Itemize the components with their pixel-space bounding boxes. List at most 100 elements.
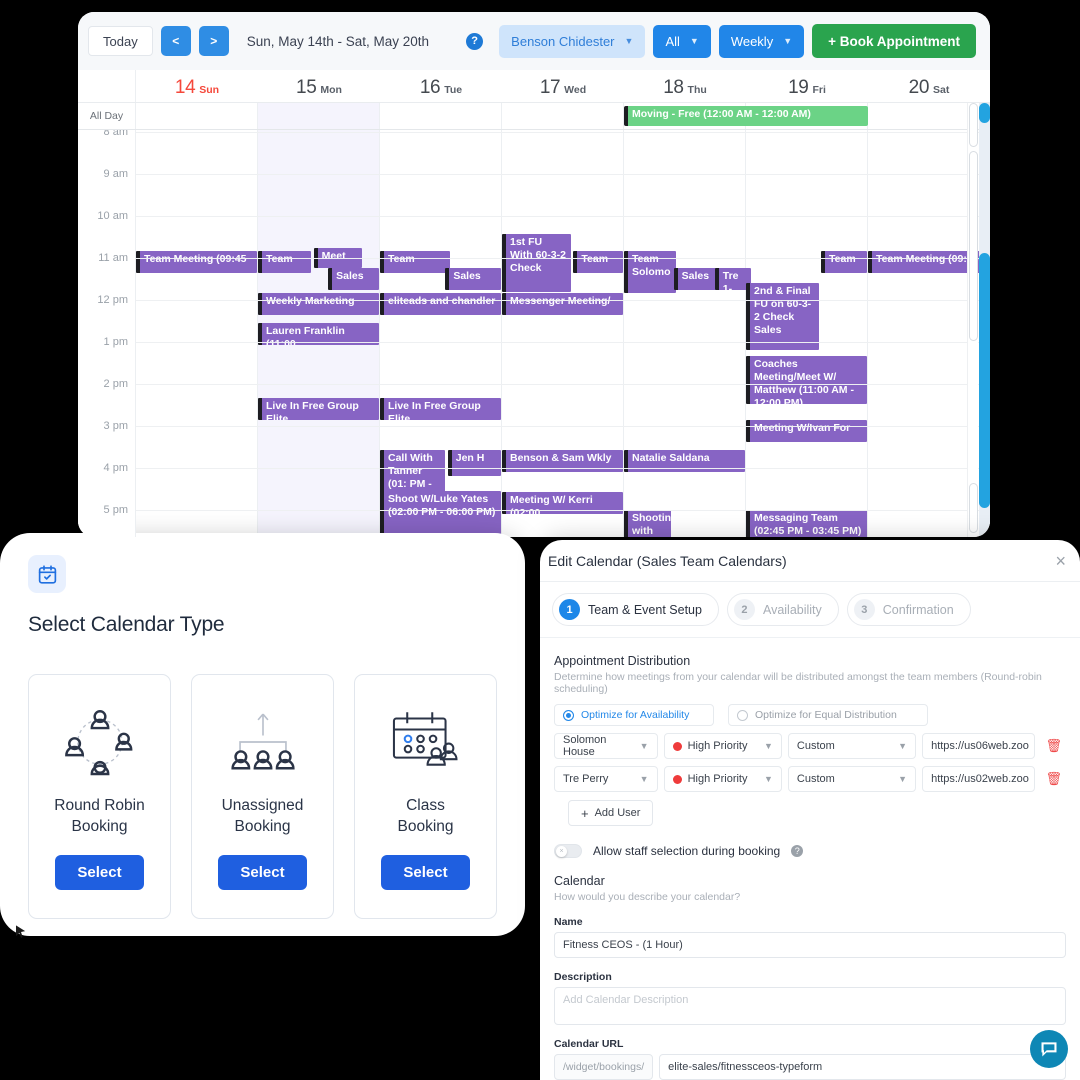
day-column-mon[interactable]: Team Meet Sales Weekly Marketing Lauren Fran… — [258, 130, 380, 537]
next-week-button[interactable]: > — [198, 26, 229, 56]
calendar-grid[interactable]: Team Meeting (09:45 Team Meet Sales Weekly M… — [78, 130, 990, 537]
calendar-scrollbar-thumb-2[interactable] — [969, 151, 978, 341]
calendar-event[interactable]: Sales — [328, 268, 379, 290]
calendar-event[interactable]: Shoot W/Luke Yates (02:00 PM - 06:00 PM) — [380, 491, 501, 537]
all-day-cell[interactable] — [136, 103, 258, 129]
help-icon[interactable]: ? — [466, 32, 484, 50]
type-filter-dropdown[interactable]: All ▼ — [653, 24, 711, 58]
calendar-event[interactable]: Shootin with Thanas PM - 05:00 PM) — [624, 510, 672, 537]
calendar-type-card-class[interactable]: Class Booking Select — [354, 674, 497, 919]
chevron-down-icon: ▼ — [763, 741, 773, 751]
calendar-event[interactable]: Live In Free Group Elite — [380, 398, 501, 420]
calendar-event[interactable]: Live In Free Group Elite — [258, 398, 379, 420]
trash-icon[interactable]: 🗑 — [1041, 771, 1066, 787]
calendar-event[interactable]: Messaging Team (02:45 PM - 03:45 PM) — [746, 510, 867, 537]
calendar-scrollbar-thumb[interactable] — [969, 103, 978, 147]
trash-icon[interactable]: 🗑 — [1041, 738, 1066, 754]
calendar-type-card-round-robin[interactable]: Round Robin Booking Select — [28, 674, 171, 919]
day-header-tue[interactable]: 16 Tue — [380, 70, 502, 102]
calendar-event[interactable]: Sales — [445, 268, 501, 290]
user-name-select[interactable]: Solomon House ▼ — [554, 733, 658, 759]
day-header-sat[interactable]: 20 Sat — [868, 70, 990, 102]
day-header-wed[interactable]: 17 Wed — [502, 70, 624, 102]
page-scrollbar-thumb[interactable] — [979, 253, 990, 508]
hour-gridline — [136, 468, 990, 469]
select-button-round-robin[interactable]: Select — [55, 855, 144, 890]
user-location-select[interactable]: Custom ▼ — [787, 733, 917, 759]
view-filter-dropdown[interactable]: Weekly ▼ — [718, 24, 805, 58]
calendar-scrollbar-thumb-3[interactable] — [969, 483, 978, 533]
all-day-cell[interactable] — [380, 103, 502, 129]
calendar-type-card-unassigned[interactable]: Unassigned Booking Select — [191, 674, 334, 919]
time-label: 11 am — [98, 252, 128, 264]
wizard-step-3[interactable]: 3 Confirmation — [846, 593, 971, 626]
day-header-thu[interactable]: 18 Thu — [624, 70, 746, 102]
select-button-class[interactable]: Select — [381, 855, 470, 890]
calendar-event[interactable]: Jen H — [447, 450, 501, 476]
calendar-name-input[interactable]: Fitness CEOS - (1 Hour) — [554, 932, 1066, 958]
all-day-cells[interactable]: Moving - Free (12:00 AM - 12:00 AM) — [136, 103, 990, 129]
calendar-description-input[interactable]: Add Calendar Description — [554, 987, 1066, 1025]
chevron-down-icon: ▼ — [783, 36, 793, 46]
calendar-event[interactable]: Team — [258, 251, 312, 273]
user-priority-select[interactable]: High Priority ▼ — [663, 766, 782, 792]
day-header-fri[interactable]: 19 Fri — [746, 70, 868, 102]
calendar-url-input[interactable]: elite-sales/fitnessceos-typeform — [659, 1054, 1066, 1080]
calendar-event[interactable]: Weekly Marketing — [258, 293, 379, 315]
all-day-event[interactable]: Moving - Free (12:00 AM - 12:00 AM) — [624, 106, 868, 126]
wizard-step-1[interactable]: 1 Team & Event Setup — [552, 593, 719, 626]
today-button[interactable]: Today — [88, 26, 153, 56]
calendar-day-header: 14 Sun 15 Mon 16 Tue 17 Wed 18 Thu 19 Fri 20 Sat — [78, 70, 990, 103]
wizard-step-2[interactable]: 2 Availability — [726, 593, 839, 626]
time-gutter: 8 am 9 am 10 am 11 am 12 pm 1 pm 2 pm 3 pm 4 pm 5… — [78, 130, 136, 537]
calendar-event[interactable]: eliteads and chandler — [380, 293, 501, 315]
calendar-event[interactable]: 2nd & Final FU on 60-3-2 Check Sales — [746, 283, 819, 350]
calendar-event[interactable]: Team Meeting (09:45 — [136, 251, 257, 273]
calendar-event[interactable]: Team — [380, 251, 451, 273]
mouse-cursor-icon — [16, 925, 26, 938]
staff-selection-toggle[interactable]: × — [554, 844, 582, 858]
book-appointment-button[interactable]: + Book Appointment — [812, 24, 976, 58]
user-meeting-url-input[interactable]: https://us06web.zoo — [922, 733, 1036, 759]
calendar-scrollbar-track[interactable] — [967, 103, 978, 537]
calendar-event[interactable]: Meeting W/Ivan For — [746, 420, 867, 442]
day-column-wed[interactable]: 1st FU With 60-3-2 Check Team Messenger Me… — [502, 130, 624, 537]
edit-calendar-panel: Edit Calendar (Sales Team Calendars) × 1… — [540, 540, 1080, 1080]
day-header-sun[interactable]: 14 Sun — [136, 70, 258, 102]
previous-week-button[interactable]: < — [160, 26, 191, 56]
calendar-event[interactable]: Messenger Meeting/ — [502, 293, 623, 315]
day-header-mon[interactable]: 15 Mon — [258, 70, 380, 102]
calendar-event[interactable]: 1st FU With 60-3-2 Check — [502, 234, 571, 292]
chat-widget-button[interactable] — [1030, 1030, 1068, 1068]
user-location-select[interactable]: Custom ▼ — [787, 766, 917, 792]
day-column-sun[interactable]: Team Meeting (09:45 — [136, 130, 258, 537]
user-filter-dropdown[interactable]: Benson Chidester ▼ — [499, 24, 646, 58]
all-day-cell[interactable] — [502, 103, 624, 129]
time-label: 8 am — [103, 130, 128, 138]
day-column-tue[interactable]: Team Sales eliteads and chandler Live In Fr… — [380, 130, 502, 537]
team-user-rows: Solomon House ▼ High Priority ▼ Custom ▼ https… — [554, 733, 1066, 792]
view-filter-label: Weekly — [730, 33, 774, 49]
calendar-event[interactable]: Team — [821, 251, 867, 273]
user-meeting-url-input[interactable]: https://us02web.zoo — [922, 766, 1036, 792]
close-icon[interactable]: × — [1055, 552, 1066, 570]
time-label: 5 pm — [103, 504, 128, 516]
class-booking-icon — [383, 699, 469, 785]
calendar-event[interactable]: Sales — [673, 268, 716, 290]
user-name-select[interactable]: Tre Perry ▼ — [554, 766, 658, 792]
user-priority-select[interactable]: High Priority ▼ — [663, 733, 782, 759]
name-label: Name — [554, 916, 583, 928]
calendar-event[interactable]: Coaches Meeting/Meet W/ Matthew (11:00 A… — [746, 356, 867, 404]
calendar-event[interactable]: Team — [573, 251, 623, 273]
day-column-fri[interactable]: 2nd & Final FU on 60-3-2 Check Sales Team… — [746, 130, 868, 537]
user-priority-label: High Priority — [687, 740, 748, 752]
help-icon[interactable]: ? — [791, 845, 804, 857]
add-user-button[interactable]: + Add User — [568, 800, 654, 826]
page-scrollbar-cap — [979, 103, 990, 123]
select-button-unassigned[interactable]: Select — [218, 855, 307, 890]
day-column-thu[interactable]: Team Solomo Sales Tre 1- Natalie Saldana Sho… — [624, 130, 752, 537]
all-day-cell[interactable] — [258, 103, 380, 129]
radio-optimize-availability[interactable]: Optimize for Availability — [554, 704, 714, 726]
page-scrollbar-track[interactable] — [979, 103, 990, 537]
radio-optimize-equal[interactable]: Optimize for Equal Distribution — [728, 704, 928, 726]
